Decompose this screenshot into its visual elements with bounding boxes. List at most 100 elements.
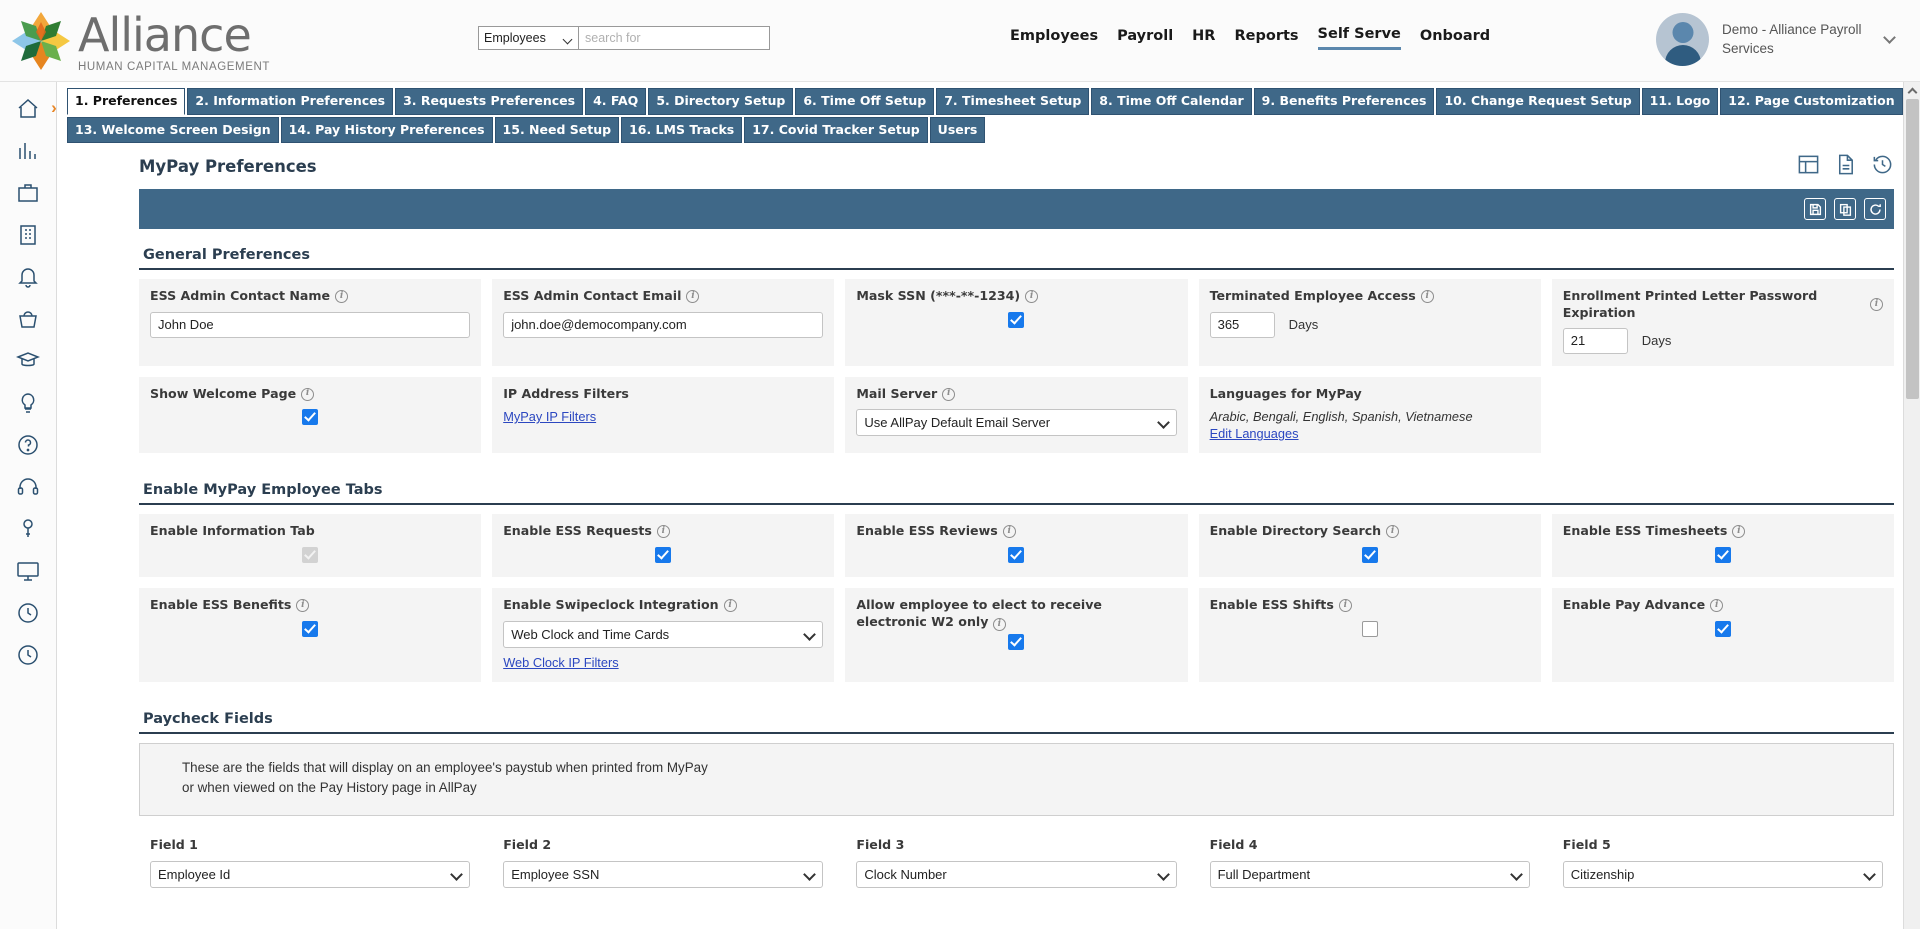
sidebar-item-analytics[interactable] (15, 138, 41, 164)
tab-need-setup[interactable]: 15. Need Setup (494, 116, 620, 144)
search-scope-select[interactable]: Employees (478, 26, 578, 50)
tab-users[interactable]: Users (929, 116, 986, 144)
field-label: ESS Admin Contact Name (150, 288, 331, 304)
sidebar-item-home[interactable] (15, 96, 41, 122)
web-clock-ip-filters-link[interactable]: Web Clock IP Filters (503, 655, 618, 670)
search-input[interactable] (578, 26, 770, 50)
tab-change-request-setup[interactable]: 10. Change Request Setup (1436, 88, 1640, 115)
tab-logo[interactable]: 11. Logo (1641, 88, 1719, 115)
info-icon[interactable]: i (1870, 298, 1883, 312)
sidebar-item-time-history[interactable] (15, 642, 41, 668)
tab-timesheet-setup[interactable]: 7. Timesheet Setup (936, 88, 1090, 115)
terminated-employee-access-input[interactable] (1209, 311, 1275, 338)
sidebar-expand-icon[interactable]: › (44, 98, 64, 118)
tab-time-off-setup[interactable]: 6. Time Off Setup (795, 88, 935, 115)
sidebar-item-notifications[interactable] (15, 264, 41, 290)
info-icon[interactable]: i (992, 618, 1006, 632)
paycheck-field-3-select[interactable]: Clock Number (856, 860, 1177, 888)
info-icon[interactable]: i (1002, 525, 1016, 538)
tab-covid-tracker-setup[interactable]: 17. Covid Tracker Setup (744, 116, 928, 144)
sidebar-item-help[interactable] (15, 432, 41, 458)
tab-lms-tracks[interactable]: 16. LMS Tracks (621, 116, 743, 144)
enable-ess-benefits-checkbox[interactable] (302, 620, 319, 637)
document-icon[interactable] (1834, 153, 1857, 179)
scrollbar-thumb[interactable] (1906, 99, 1919, 399)
info-icon[interactable]: i (686, 289, 700, 303)
enable-ess-timesheets-checkbox[interactable] (1714, 546, 1731, 563)
enable-ess-reviews-checkbox[interactable] (1008, 546, 1025, 563)
letter-expiration-input[interactable] (1562, 327, 1628, 354)
enable-ess-shifts-checkbox[interactable] (1361, 620, 1378, 637)
chevron-down-icon[interactable] (1883, 30, 1896, 44)
info-icon[interactable]: i (301, 387, 315, 401)
sidebar-item-briefcase[interactable] (15, 180, 41, 206)
electronic-w2-checkbox[interactable] (1008, 634, 1025, 651)
grid-icon[interactable] (1797, 153, 1820, 179)
nav-item-reports[interactable]: Reports (1234, 28, 1298, 49)
swipeclock-select[interactable]: Web Clock and Time Cards (503, 620, 824, 648)
field-label: Enable ESS Timesheets (1562, 523, 1728, 539)
info-icon[interactable]: i (335, 289, 349, 303)
profile-menu[interactable]: Demo - Alliance Payroll Services (1656, 13, 1896, 66)
section-divider (139, 731, 1894, 734)
tab-preferences[interactable]: 1. Preferences (67, 88, 186, 115)
info-icon[interactable]: i (1386, 525, 1400, 538)
save-icon[interactable] (1804, 198, 1826, 221)
ess-admin-contact-name-input[interactable] (150, 311, 471, 338)
info-icon[interactable]: i (1732, 525, 1746, 538)
history-icon[interactable] (1871, 153, 1894, 179)
edit-languages-link[interactable]: Edit Languages (1210, 426, 1299, 441)
sidebar-item-ideas[interactable] (15, 390, 41, 416)
nav-item-employees[interactable]: Employees (1010, 28, 1098, 49)
scroll-up-icon[interactable] (1904, 82, 1920, 99)
mask-ssn-checkbox[interactable] (1008, 311, 1025, 328)
tab-benefits-preferences[interactable]: 9. Benefits Preferences (1253, 88, 1435, 115)
paycheck-field-1-select[interactable]: Employee Id (150, 860, 471, 888)
sidebar-item-learning[interactable] (15, 348, 41, 374)
paycheck-field-2-select[interactable]: Employee SSN (503, 860, 824, 888)
tab-page-customization-1[interactable]: 12. Page Customization (1720, 88, 1903, 115)
mypay-ip-filters-link[interactable]: MyPay IP Filters (503, 409, 596, 424)
paycheck-field-4-select[interactable]: Full Department (1209, 860, 1530, 888)
nav-item-payroll[interactable]: Payroll (1117, 28, 1173, 49)
tab-pay-history-preferences[interactable]: 14. Pay History Preferences (280, 116, 493, 144)
info-icon[interactable]: i (942, 387, 956, 401)
brand-logo[interactable]: Alliance HUMAN CAPITAL MANAGEMENT (0, 8, 270, 73)
enable-directory-search-checkbox[interactable] (1361, 546, 1378, 563)
info-icon[interactable]: i (656, 525, 670, 538)
ess-admin-contact-email-input[interactable] (503, 311, 824, 338)
info-icon[interactable]: i (1710, 599, 1724, 612)
settings-scroll-area[interactable]: General Preferences ESS Admin Contact Na… (57, 229, 1920, 929)
info-icon[interactable]: i (1025, 289, 1039, 303)
paycheck-field-5-select[interactable]: Citizenship (1562, 860, 1883, 888)
tab-faq[interactable]: 4. FAQ (585, 88, 647, 115)
refresh-icon[interactable] (1864, 198, 1886, 221)
field-label: Field 1 (150, 837, 198, 853)
mail-server-select[interactable]: Use AllPay Default Email Server (856, 409, 1177, 437)
nav-item-hr[interactable]: HR (1192, 28, 1215, 49)
nav-item-onboard[interactable]: Onboard (1420, 28, 1490, 49)
show-welcome-page-checkbox[interactable] (302, 409, 319, 426)
tab-directory-setup[interactable]: 5. Directory Setup (648, 88, 794, 115)
enable-ess-requests-checkbox[interactable] (655, 546, 672, 563)
info-icon[interactable]: i (723, 599, 737, 612)
sidebar-item-benefits[interactable] (15, 306, 41, 332)
info-icon[interactable]: i (1338, 599, 1352, 612)
tab-welcome-screen-design[interactable]: 13. Welcome Screen Design (67, 116, 279, 144)
tab-time-off-calendar[interactable]: 8. Time Off Calendar (1091, 88, 1252, 115)
global-search: Employees (478, 26, 770, 50)
sidebar-item-company[interactable] (15, 222, 41, 248)
tab-information-preferences[interactable]: 2. Information Preferences (187, 88, 394, 115)
tab-requests-preferences[interactable]: 3. Requests Preferences (395, 88, 584, 115)
enable-pay-advance-checkbox[interactable] (1714, 620, 1731, 637)
copy-icon[interactable] (1834, 198, 1856, 221)
search-scope-wrap: Employees (478, 26, 578, 50)
sidebar-item-support[interactable] (15, 474, 41, 500)
sidebar-item-security[interactable] (15, 516, 41, 542)
vertical-scrollbar[interactable] (1903, 82, 1920, 929)
info-icon[interactable]: i (1420, 289, 1434, 303)
sidebar-item-time[interactable] (15, 600, 41, 626)
info-icon[interactable]: i (296, 599, 310, 612)
nav-item-self-serve[interactable]: Self Serve (1317, 26, 1401, 50)
sidebar-item-workstation[interactable] (15, 558, 41, 584)
